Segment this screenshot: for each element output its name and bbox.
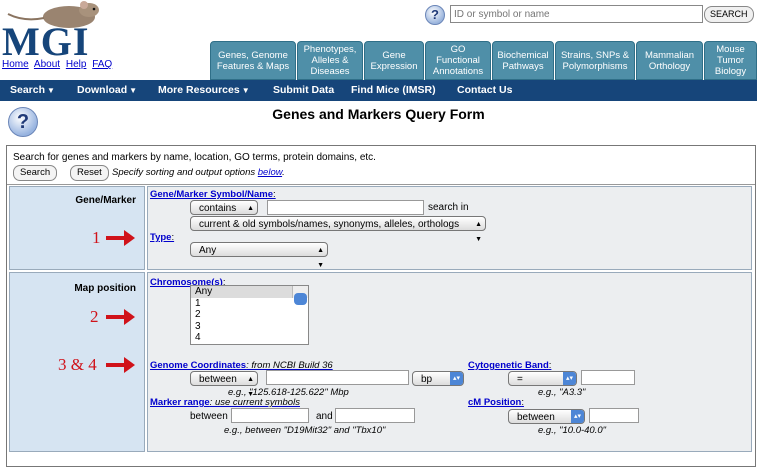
annotation-2: 2 xyxy=(90,307,99,326)
tab-tumor[interactable]: Mouse Tumor Biology xyxy=(704,41,757,80)
tab-phenotypes[interactable]: Phenotypes, Alleles & Diseases xyxy=(297,41,363,80)
tab-expression[interactable]: Gene Expression xyxy=(364,41,424,80)
chevron-down-icon: ▼ xyxy=(241,86,250,95)
symbol-name-field-label: Gene/Marker Symbol/Name: xyxy=(150,189,276,200)
category-tabs: Genes, Genome Features & Maps Phenotypes… xyxy=(210,41,757,80)
tab-orthology[interactable]: Mammalian Orthology xyxy=(636,41,703,80)
cytogenetic-band-label: Cytogenetic Band: xyxy=(468,360,552,371)
updown-icon: ▴▾ xyxy=(450,372,463,385)
site-header: MGI Home About Help FAQ ? SEARCH Genes, … xyxy=(0,0,757,80)
type-link[interactable]: Type xyxy=(150,232,171,243)
red-arrow-icon xyxy=(106,309,135,325)
map-position-label: Map position xyxy=(74,283,136,294)
marker-range-to-input[interactable] xyxy=(335,408,415,423)
marker-range-link[interactable]: Marker range xyxy=(150,397,210,408)
cm-operator-select[interactable]: between ▴▾ xyxy=(508,409,585,424)
genome-unit-select[interactable]: bp ▴▾ xyxy=(412,371,464,386)
symbol-name-link[interactable]: Gene/Marker Symbol/Name xyxy=(150,189,273,200)
genome-coordinates-link[interactable]: Genome Coordinates xyxy=(150,360,246,371)
home-link[interactable]: Home xyxy=(2,59,29,70)
type-field-label: Type: xyxy=(150,232,175,243)
symbol-name-input[interactable] xyxy=(267,200,424,215)
chevron-down-icon: ▼ xyxy=(47,86,55,95)
help-icon[interactable]: ? xyxy=(425,5,445,25)
below-link[interactable]: below xyxy=(258,167,282,178)
nav-find-mice[interactable]: Find Mice (IMSR) xyxy=(351,84,436,96)
cm-position-label: cM Position: xyxy=(468,397,524,408)
cytogenetic-band-link[interactable]: Cytogenetic Band xyxy=(468,360,549,371)
tab-strains[interactable]: Strains, SNPs & Polymorphisms xyxy=(555,41,635,80)
red-arrow-icon xyxy=(106,357,135,373)
search-in-label: search in xyxy=(428,202,469,213)
quick-search-button[interactable]: SEARCH xyxy=(704,6,754,23)
nav-search[interactable]: Search ▼ xyxy=(10,84,55,96)
form-intro: Search for genes and markers by name, lo… xyxy=(7,146,755,185)
search-in-select[interactable]: current & old symbols/names, synonyms, a… xyxy=(190,216,486,243)
help-link[interactable]: Help xyxy=(66,59,87,70)
updown-icon: ▴▾ xyxy=(571,410,584,423)
tab-pathways[interactable]: Biochemical Pathways xyxy=(492,41,554,80)
cyto-operator-select[interactable]: = ▴▾ xyxy=(508,371,577,386)
quick-search-input[interactable] xyxy=(450,5,703,23)
annotation-3-4: 3 & 4 xyxy=(58,355,97,374)
intro-text: Search for genes and markers by name, lo… xyxy=(13,152,376,163)
marker-range-label: Marker range: use current symbols xyxy=(150,397,300,408)
gene-marker-label: Gene/Marker xyxy=(75,195,136,206)
list-item[interactable]: 1 xyxy=(191,298,308,310)
list-item[interactable]: 2 xyxy=(191,309,308,321)
cm-position-link[interactable]: cM Position xyxy=(468,397,521,408)
genome-operator-select[interactable]: between ▲ ▼ xyxy=(190,371,258,398)
about-link[interactable]: About xyxy=(34,59,60,70)
main-nav: Search ▼ Download ▼ More Resources ▼ Submit… xyxy=(0,80,757,101)
type-select[interactable]: Any ▲ ▼ xyxy=(190,242,328,269)
symbol-operator-select[interactable]: contains▲▼ xyxy=(190,200,258,227)
faq-link[interactable]: FAQ xyxy=(92,59,112,70)
cm-position-input[interactable] xyxy=(589,408,639,423)
marker-range-example: e.g., between "D19Mit32" and "Tbx10" xyxy=(224,425,386,436)
and-label: and xyxy=(316,411,333,422)
nav-download[interactable]: Download ▼ xyxy=(77,84,137,96)
search-button[interactable]: Search xyxy=(13,165,58,181)
gene-marker-label-cell: Gene/Marker xyxy=(9,186,145,270)
tab-genes[interactable]: Genes, Genome Features & Maps xyxy=(210,41,296,80)
nav-contact[interactable]: Contact Us xyxy=(457,84,512,96)
reset-button[interactable]: Reset xyxy=(70,165,109,181)
page-title: Genes and Markers Query Form xyxy=(272,106,485,122)
marker-range-from-input[interactable] xyxy=(231,408,309,423)
intro-hint: Specify sorting and output options below… xyxy=(112,167,285,178)
list-item[interactable]: Any xyxy=(191,286,308,298)
cyto-example: e.g., "A3.3" xyxy=(538,387,586,398)
top-links: Home About Help FAQ xyxy=(2,59,115,70)
updown-icon: ▲▼ xyxy=(475,221,482,243)
chevron-down-icon: ▼ xyxy=(129,86,138,95)
genome-coordinates-input[interactable] xyxy=(266,370,409,385)
cytogenetic-band-input[interactable] xyxy=(581,370,635,385)
updown-icon: ▴▾ xyxy=(563,372,576,385)
red-arrow-icon xyxy=(106,230,135,246)
list-item[interactable]: 4 xyxy=(191,332,308,344)
annotation-1: 1 xyxy=(92,228,101,247)
between-label: between xyxy=(190,411,228,422)
nav-more-resources[interactable]: More Resources ▼ xyxy=(158,84,250,96)
cm-example: e.g., "10.0-40.0" xyxy=(538,425,607,436)
nav-submit-data[interactable]: Submit Data xyxy=(273,84,334,96)
tab-go[interactable]: GO Functional Annotations xyxy=(425,41,491,80)
updown-icon: ▲▼ xyxy=(317,247,324,269)
chromosome-scrollbar[interactable] xyxy=(292,286,308,305)
scrollbar-thumb[interactable] xyxy=(294,293,307,305)
mgi-logo[interactable]: MGI xyxy=(2,18,89,65)
chromosome-list[interactable]: Any 1 2 3 4 xyxy=(190,285,309,345)
list-item[interactable]: 3 xyxy=(191,321,308,333)
